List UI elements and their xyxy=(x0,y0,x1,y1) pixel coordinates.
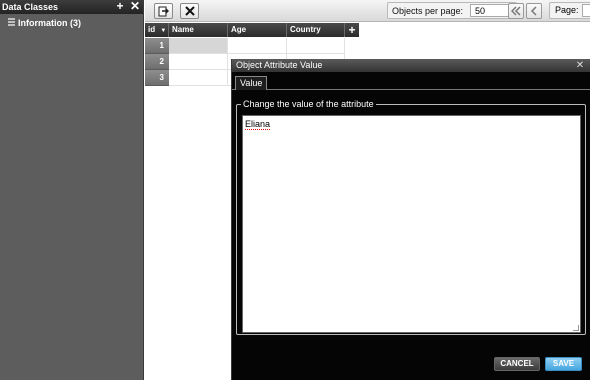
dialog-titlebar: Object Attribute Value ✕ xyxy=(232,59,590,72)
page-selector: Page: xyxy=(549,2,590,19)
objects-per-page: Objects per page: xyxy=(387,2,518,19)
export-icon xyxy=(158,6,169,16)
value-text: Eliana xyxy=(245,119,271,129)
sidebar-title: Data Classes xyxy=(2,2,59,12)
dialog-tabs: Value xyxy=(232,72,590,90)
table-cell-name[interactable] xyxy=(169,38,228,54)
sidebar: Data Classes + ✕ Information (3) xyxy=(0,0,144,380)
first-page-button[interactable] xyxy=(508,3,524,19)
attribute-value-dialog: Object Attribute Value ✕ Value Change th… xyxy=(231,59,590,380)
fieldset-legend: Change the value of the attribute xyxy=(241,99,376,109)
sidebar-header: Data Classes + ✕ xyxy=(0,0,143,14)
tab-value[interactable]: Value xyxy=(235,76,268,90)
page-label: Page: xyxy=(555,5,579,15)
chevron-left-icon xyxy=(530,6,537,16)
save-button[interactable]: SAVE xyxy=(545,357,582,371)
column-header-label: id xyxy=(148,25,156,34)
column-header-age[interactable]: Age xyxy=(228,23,287,37)
add-column-button[interactable]: + xyxy=(345,23,359,37)
toolbar: Objects per page: Page: xyxy=(145,0,590,22)
value-textarea[interactable]: Eliana xyxy=(242,115,581,333)
table-cell-name[interactable] xyxy=(169,54,228,70)
dialog-close-button[interactable]: ✕ xyxy=(575,59,585,72)
previous-page-button[interactable] xyxy=(526,3,542,19)
column-header-id[interactable]: id ▼ xyxy=(145,23,169,37)
objects-per-page-label: Objects per page: xyxy=(392,5,464,16)
value-fieldset: Change the value of the attribute Eliana xyxy=(236,99,586,335)
page-number-input[interactable] xyxy=(582,4,590,17)
database-icon xyxy=(8,18,15,27)
close-icon xyxy=(184,6,195,16)
row-number[interactable]: 2 xyxy=(145,54,169,70)
table-cell-age[interactable] xyxy=(228,38,287,54)
double-chevron-left-icon xyxy=(511,6,521,16)
add-data-class-button[interactable]: + xyxy=(114,0,126,13)
cancel-button[interactable]: CANCEL xyxy=(494,357,540,371)
close-sidebar-button[interactable]: ✕ xyxy=(129,0,141,13)
row-number[interactable]: 3 xyxy=(145,70,169,86)
resize-handle[interactable] xyxy=(573,325,579,331)
column-header-country[interactable]: Country xyxy=(287,23,345,37)
row-number[interactable]: 1 xyxy=(145,38,169,54)
objects-per-page-input[interactable] xyxy=(470,4,513,17)
table-cell-name[interactable] xyxy=(169,70,228,86)
sort-icon: ▼ xyxy=(160,28,167,34)
dialog-title: Object Attribute Value xyxy=(236,60,323,70)
sidebar-item-information[interactable]: Information (3) xyxy=(0,16,143,29)
table-cell-country[interactable] xyxy=(287,38,345,54)
column-header-name[interactable]: Name xyxy=(169,23,228,37)
sidebar-item-label: Information (3) xyxy=(18,17,81,28)
export-button[interactable] xyxy=(154,3,173,19)
delete-button[interactable] xyxy=(180,3,199,19)
